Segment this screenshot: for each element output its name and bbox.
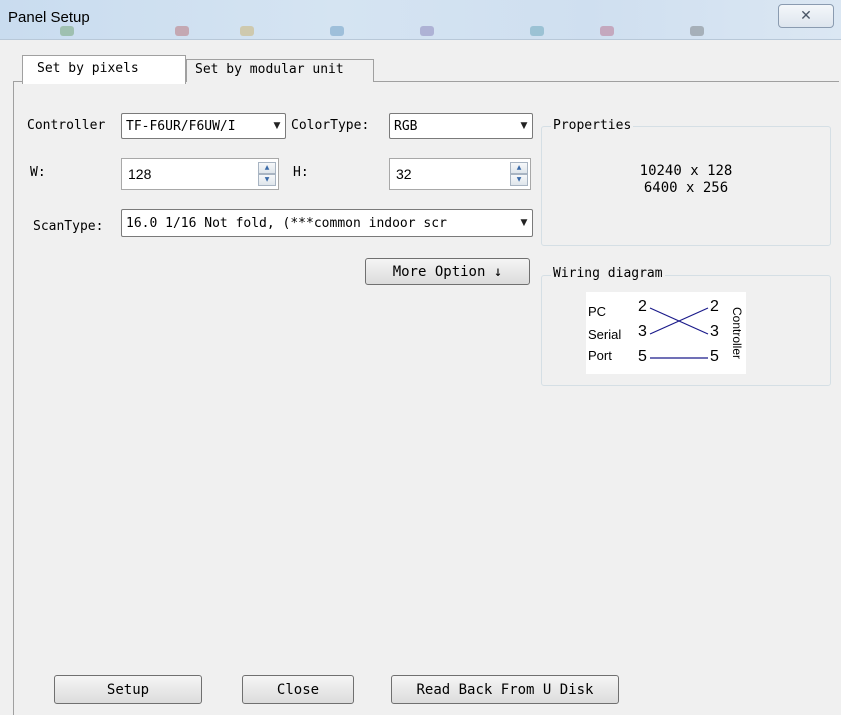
height-spinner[interactable]: ▲ ▼ <box>510 162 528 186</box>
width-label: W: <box>30 165 46 180</box>
more-option-button[interactable]: More Option ↓ <box>365 258 530 285</box>
property-line: 10240 x 128 <box>639 163 733 179</box>
blur-decoration <box>60 26 74 36</box>
scantype-value: 16.0 1/16 Not fold, (***common indoor sc… <box>126 215 447 231</box>
wiring-diagram: PC Serial Port 2 3 5 2 3 5 Controller <box>586 292 746 374</box>
property-line: 6400 x 256 <box>643 180 729 196</box>
chevron-down-icon: ▼ <box>273 121 281 131</box>
height-input[interactable]: 32 ▲ ▼ <box>389 158 531 190</box>
tab-set-by-pixels[interactable]: Set by pixels <box>22 55 186 84</box>
close-icon: ✕ <box>800 8 812 24</box>
wiring-label-controller: Controller <box>730 306 744 360</box>
wiring-lines <box>649 307 709 359</box>
blur-decoration <box>530 26 544 36</box>
blur-decoration <box>690 26 704 36</box>
chevron-down-icon: ▼ <box>520 218 528 228</box>
colortype-label: ColorType: <box>291 118 370 133</box>
blur-decoration <box>175 26 189 36</box>
colortype-select[interactable]: RGB ▼ <box>389 113 533 139</box>
wiring-title: Wiring diagram <box>551 266 665 281</box>
spin-up-icon[interactable]: ▲ <box>258 162 276 174</box>
blur-decoration <box>330 26 344 36</box>
blur-decoration <box>240 26 254 36</box>
blur-decoration <box>420 26 434 36</box>
width-input[interactable]: 128 ▲ ▼ <box>121 158 279 190</box>
width-value: 128 <box>128 166 152 182</box>
height-label: H: <box>293 165 309 180</box>
controller-value: TF-F6UR/F6UW/I <box>126 118 236 134</box>
width-spinner[interactable]: ▲ ▼ <box>258 162 276 186</box>
spin-down-icon[interactable]: ▼ <box>258 174 276 186</box>
chevron-down-icon: ▼ <box>520 121 528 131</box>
tab-set-by-modular-unit[interactable]: Set by modular unit <box>186 59 374 82</box>
read-back-button[interactable]: Read Back From U Disk <box>391 675 619 704</box>
window-close-button[interactable]: ✕ <box>778 4 834 28</box>
height-value: 32 <box>396 166 412 182</box>
close-button[interactable]: Close <box>242 675 354 704</box>
setup-button[interactable]: Setup <box>54 675 202 704</box>
window-title: Panel Setup <box>8 9 90 26</box>
properties-title: Properties <box>551 118 634 133</box>
controller-label: Controller <box>27 118 106 133</box>
properties-values: 10240 x 128 6400 x 256 <box>541 163 831 197</box>
scantype-label: ScanType: <box>33 219 104 234</box>
controller-select[interactable]: TF-F6UR/F6UW/I ▼ <box>121 113 286 139</box>
title-bar <box>0 0 841 40</box>
spin-down-icon[interactable]: ▼ <box>510 174 528 186</box>
blur-decoration <box>600 26 614 36</box>
scantype-select[interactable]: 16.0 1/16 Not fold, (***common indoor sc… <box>121 209 533 237</box>
colortype-value: RGB <box>394 118 418 134</box>
spin-up-icon[interactable]: ▲ <box>510 162 528 174</box>
